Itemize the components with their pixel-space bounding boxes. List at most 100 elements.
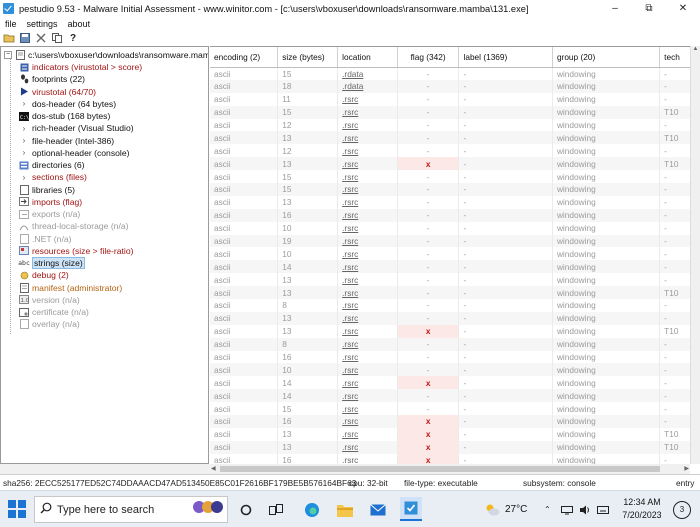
file-explorer-icon[interactable]	[335, 500, 355, 520]
task-view-icon[interactable]	[266, 500, 286, 520]
column-group[interactable]: group (20)	[552, 47, 661, 68]
windows-start-button[interactable]	[8, 500, 26, 518]
column-flag[interactable]: flag (342)	[397, 47, 460, 68]
mail-icon[interactable]	[368, 500, 388, 520]
table-row[interactable]: ascii 8 .rsrc - - windowing -	[210, 337, 700, 351]
restore-button[interactable]: ⧉	[632, 0, 666, 17]
table-row[interactable]: ascii 15 .rsrc - - windowing -	[210, 402, 700, 416]
help-icon[interactable]: ?	[67, 33, 79, 44]
table-row[interactable]: ascii 13 .rsrc - - windowing T10	[210, 286, 700, 300]
tree-item[interactable]: resources (size > file-ratio)	[19, 245, 133, 257]
table-row[interactable]: ascii 15 .rsrc - - windowing T10	[210, 105, 700, 119]
menu-file[interactable]: file	[0, 19, 22, 29]
table-row[interactable]: ascii 16 .rsrc x - windowing -	[210, 415, 700, 428]
table-row[interactable]: ascii 16 .rsrc x - windowing -	[210, 453, 700, 464]
column-size[interactable]: size (bytes)	[277, 47, 339, 68]
tree-item[interactable]: › file-header (Intel-386)	[19, 135, 115, 147]
tree-item[interactable]: overlay (n/a)	[19, 318, 80, 330]
tree-item[interactable]: debug (2)	[19, 269, 69, 281]
tree-item[interactable]: imports (flag)	[19, 196, 82, 208]
svg-text:C:\: C:\	[20, 115, 29, 121]
weather-icon[interactable]	[482, 500, 502, 520]
tree-item[interactable]: .NET (n/a)	[19, 233, 71, 245]
tree-item[interactable]: footprints (22)	[19, 73, 85, 85]
table-row[interactable]: ascii 13 .rsrc - - windowing -	[210, 195, 700, 209]
taskbar-search-box[interactable]: Type here to search	[34, 496, 228, 523]
table-row[interactable]: ascii 15 .rdata - - windowing -	[210, 67, 700, 80]
table-row[interactable]: ascii 8 .rsrc - - windowing -	[210, 299, 700, 312]
copy-icon[interactable]	[51, 33, 63, 44]
table-row[interactable]: ascii 13 .rsrc x - windowing T10	[210, 427, 700, 441]
table-row[interactable]: ascii 14 .rsrc x - windowing -	[210, 376, 700, 390]
tree-root[interactable]: − c:\users\vboxuser\downloads\ransomware…	[4, 49, 208, 61]
tree-item[interactable]: manifest (administrator)	[19, 282, 122, 294]
volume-icon[interactable]	[579, 491, 591, 527]
cell-group: windowing	[552, 195, 661, 209]
keyboard-icon[interactable]	[597, 491, 609, 527]
close-button[interactable]: ✕	[666, 0, 700, 17]
column-label[interactable]: label (1369)	[458, 47, 553, 68]
scroll-right-icon[interactable]: ▶	[684, 465, 689, 472]
close-file-icon[interactable]	[35, 33, 47, 44]
cell-flag: -	[397, 273, 460, 287]
scroll-up-icon[interactable]: ▲	[691, 46, 700, 56]
table-row[interactable]: ascii 16 .rsrc - - windowing -	[210, 208, 700, 222]
vertical-scrollbar[interactable]: ▲	[690, 46, 700, 464]
table-row[interactable]: ascii 15 .rsrc - - windowing -	[210, 170, 700, 184]
table-row[interactable]: ascii 18 .rdata - - windowing -	[210, 79, 700, 93]
horizontal-scrollbar[interactable]: ◀ ▶	[210, 464, 690, 474]
taskbar-clock[interactable]: 12:34 AM 7/20/2023	[618, 496, 666, 522]
table-row[interactable]: ascii 10 .rsrc - - windowing -	[210, 247, 700, 261]
table-row[interactable]: ascii 13 .rsrc - - windowing T10	[210, 131, 700, 145]
table-row[interactable]: ascii 11 .rsrc - - windowing -	[210, 92, 700, 106]
table-row[interactable]: ascii 12 .rsrc - - windowing -	[210, 144, 700, 158]
table-row[interactable]: ascii 14 .rsrc - - windowing -	[210, 389, 700, 403]
tree-item[interactable]: virustotal (64/70)	[19, 86, 96, 98]
open-icon[interactable]	[3, 33, 15, 44]
cell-flag: -	[397, 170, 460, 184]
table-row[interactable]: ascii 13 .rsrc x - windowing T10	[210, 324, 700, 338]
table-row[interactable]: ascii 13 .rsrc - - windowing -	[210, 273, 700, 287]
tree-item[interactable]: › dos-header (64 bytes)	[19, 98, 116, 110]
notification-center-icon[interactable]: 3	[673, 501, 691, 519]
weather-temperature[interactable]: 27°C	[505, 491, 527, 527]
tree-item[interactable]: › sections (files)	[19, 171, 87, 183]
edge-browser-icon[interactable]	[302, 500, 322, 520]
table-row[interactable]: ascii 13 .rsrc x - windowing T10	[210, 157, 700, 171]
table-row[interactable]: ascii 10 .rsrc - - windowing -	[210, 363, 700, 377]
table-row[interactable]: ascii 13 .rsrc x - windowing T10	[210, 440, 700, 454]
network-icon[interactable]	[561, 491, 573, 527]
tree-item[interactable]: directories (6)	[19, 159, 85, 171]
table-row[interactable]: ascii 13 .rsrc - - windowing -	[210, 311, 700, 325]
table-row[interactable]: ascii 12 .rsrc - - windowing -	[210, 118, 700, 132]
tree-item[interactable]: C:\ dos-stub (168 bytes)	[19, 110, 110, 122]
table-row[interactable]: ascii 14 .rsrc - - windowing -	[210, 260, 700, 274]
tree-item[interactable]: › optional-header (console)	[19, 147, 130, 159]
tree-item[interactable]: abc strings (size)	[18, 257, 85, 269]
cortana-icon[interactable]	[236, 500, 256, 520]
tree-item[interactable]: › rich-header (Visual Studio)	[19, 122, 134, 134]
table-row[interactable]: ascii 15 .rsrc - - windowing -	[210, 183, 700, 196]
cell-size: 15	[277, 67, 339, 80]
column-encoding[interactable]: encoding (2)	[210, 47, 279, 68]
tree-item[interactable]: libraries (5)	[19, 184, 75, 196]
minimize-button[interactable]: –	[598, 0, 632, 17]
tree-horizontal-scrollbar[interactable]	[0, 464, 210, 474]
table-row[interactable]: ascii 19 .rsrc - - windowing -	[210, 234, 700, 248]
tree-item[interactable]: certificate (n/a)	[19, 306, 89, 318]
tree-item[interactable]: exports (n/a)	[19, 208, 80, 220]
collapse-icon[interactable]: −	[4, 51, 12, 59]
column-location[interactable]: location	[337, 47, 398, 68]
table-row[interactable]: ascii 16 .rsrc - - windowing -	[210, 350, 700, 364]
menu-about[interactable]: about	[63, 19, 96, 29]
tree-item[interactable]: indicators (virustotal > score)	[19, 61, 142, 73]
table-row[interactable]: ascii 10 .rsrc - - windowing -	[210, 221, 700, 235]
tree-item[interactable]: thread-local-storage (n/a)	[19, 220, 129, 232]
scroll-thumb[interactable]	[220, 466, 660, 472]
tree-item[interactable]: 1.0 version (n/a)	[19, 294, 80, 306]
menu-settings[interactable]: settings	[22, 19, 63, 29]
save-icon[interactable]	[19, 33, 31, 44]
pestudio-taskbar-icon[interactable]	[400, 497, 422, 521]
tray-chevron-icon[interactable]: ⌃	[544, 491, 551, 527]
scroll-left-icon[interactable]: ◀	[211, 465, 216, 472]
